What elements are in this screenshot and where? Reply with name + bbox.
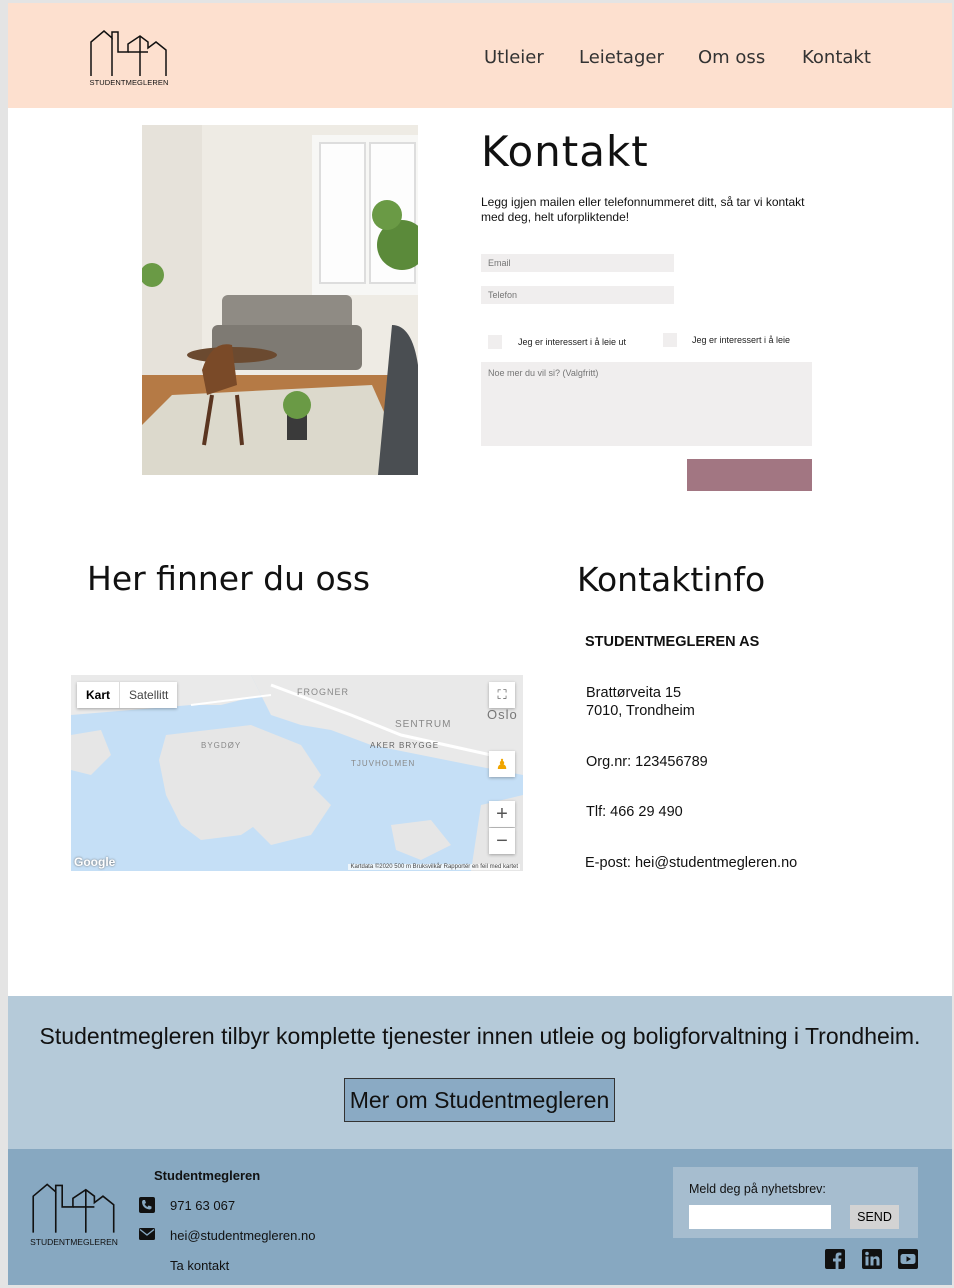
- company-name: STUDENTMEGLEREN AS: [585, 634, 760, 650]
- checkbox-rent-out[interactable]: [488, 335, 502, 349]
- message-field[interactable]: [481, 362, 812, 446]
- map-tab-satellitt[interactable]: Satellitt: [120, 682, 177, 708]
- pegman-icon[interactable]: ♟: [489, 751, 515, 777]
- map-tab-kart[interactable]: Kart: [77, 682, 121, 708]
- phone-field[interactable]: [481, 286, 674, 304]
- map-embed[interactable]: Kart Satellitt FROGNER SENTRUM Oslo BYGD…: [71, 675, 523, 871]
- more-about-button[interactable]: Mer om Studentmegleren: [344, 1078, 615, 1122]
- checkbox-rent-out-label: Jeg er interessert i å leie ut: [518, 337, 627, 347]
- phone-number: Tlf: 466 29 490: [586, 804, 683, 820]
- newsletter-send-button[interactable]: SEND: [850, 1205, 899, 1229]
- map-attribution[interactable]: Kartdata ©2020 500 m Bruksvilkår Rapport…: [348, 864, 520, 870]
- org-number: Org.nr: 123456789: [586, 754, 708, 770]
- newsletter-box: Meld deg på nyhetsbrev: SEND: [673, 1167, 918, 1238]
- map-label-frogner: FROGNER: [297, 687, 349, 697]
- site-logo[interactable]: STUDENTMEGLEREN: [88, 28, 170, 90]
- map-label-bygdoy: BYGDØY: [201, 741, 242, 750]
- checkbox-rent-label: Jeg er interessert i å leie: [692, 335, 791, 345]
- email-address: E-post: hei@studentmegleren.no: [585, 855, 798, 871]
- site-header: STUDENTMEGLEREN Utleier Leietager Om oss…: [8, 3, 952, 108]
- footer-logo-text: STUDENTMEGLEREN: [30, 1237, 118, 1247]
- zoom-out-button[interactable]: −: [489, 828, 515, 854]
- find-us-title: Her finner du oss: [87, 559, 371, 598]
- contact-intro: Legg igjen mailen eller telefonnummeret …: [481, 195, 805, 224]
- map-label-oslo: Oslo: [487, 707, 518, 722]
- house-logo-icon: [32, 1183, 115, 1233]
- linkedin-icon[interactable]: [861, 1248, 883, 1270]
- address-city: 7010, Trondheim: [586, 703, 695, 719]
- logo-text: STUDENTMEGLEREN: [89, 78, 169, 87]
- newsletter-label: Meld deg på nyhetsbrev:: [689, 1182, 826, 1196]
- youtube-icon[interactable]: [897, 1248, 919, 1270]
- house-logo-icon: [90, 30, 167, 76]
- address-street: Brattørveita 15: [586, 685, 682, 701]
- contact-title: Kontakt: [481, 127, 649, 176]
- submit-button[interactable]: [687, 459, 812, 491]
- fullscreen-icon[interactable]: ⛶: [489, 682, 515, 708]
- page: STUDENTMEGLEREN Utleier Leietager Om oss…: [8, 3, 952, 1285]
- living-room-photo: [142, 125, 418, 475]
- about-band: Studentmegleren tilbyr komplette tjenest…: [8, 996, 952, 1149]
- email-field[interactable]: [481, 254, 674, 272]
- nav-leietager[interactable]: Leietager: [579, 47, 664, 68]
- envelope-icon: [139, 1228, 155, 1240]
- map-type-tabs: Kart Satellitt: [77, 682, 178, 708]
- map-label-aker-brygge: AKER BRYGGE: [370, 741, 440, 750]
- contact-info-title: Kontaktinfo: [577, 560, 766, 599]
- footer-phone: 971 63 067: [170, 1198, 236, 1213]
- checkbox-rent[interactable]: [663, 333, 677, 347]
- nav-kontakt[interactable]: Kontakt: [802, 47, 871, 68]
- nav-om-oss[interactable]: Om oss: [698, 47, 765, 68]
- footer-contact-link[interactable]: Ta kontakt: [170, 1258, 229, 1273]
- newsletter-input[interactable]: [689, 1205, 831, 1229]
- google-logo: Google: [74, 855, 116, 869]
- zoom-in-button[interactable]: +: [489, 801, 515, 827]
- site-footer: STUDENTMEGLEREN Studentmegleren 971 63 0…: [8, 1149, 952, 1285]
- phone-icon: [139, 1197, 155, 1213]
- about-text: Studentmegleren tilbyr komplette tjenest…: [39, 1023, 921, 1049]
- footer-logo[interactable]: STUDENTMEGLEREN: [30, 1181, 118, 1247]
- nav-utleier[interactable]: Utleier: [484, 47, 544, 68]
- facebook-icon[interactable]: [824, 1248, 846, 1270]
- map-label-tjuvholmen: TJUVHOLMEN: [351, 759, 416, 768]
- map-label-sentrum: SENTRUM: [395, 719, 452, 730]
- footer-email[interactable]: hei@studentmegleren.no: [170, 1228, 315, 1243]
- footer-title: Studentmegleren: [154, 1168, 261, 1183]
